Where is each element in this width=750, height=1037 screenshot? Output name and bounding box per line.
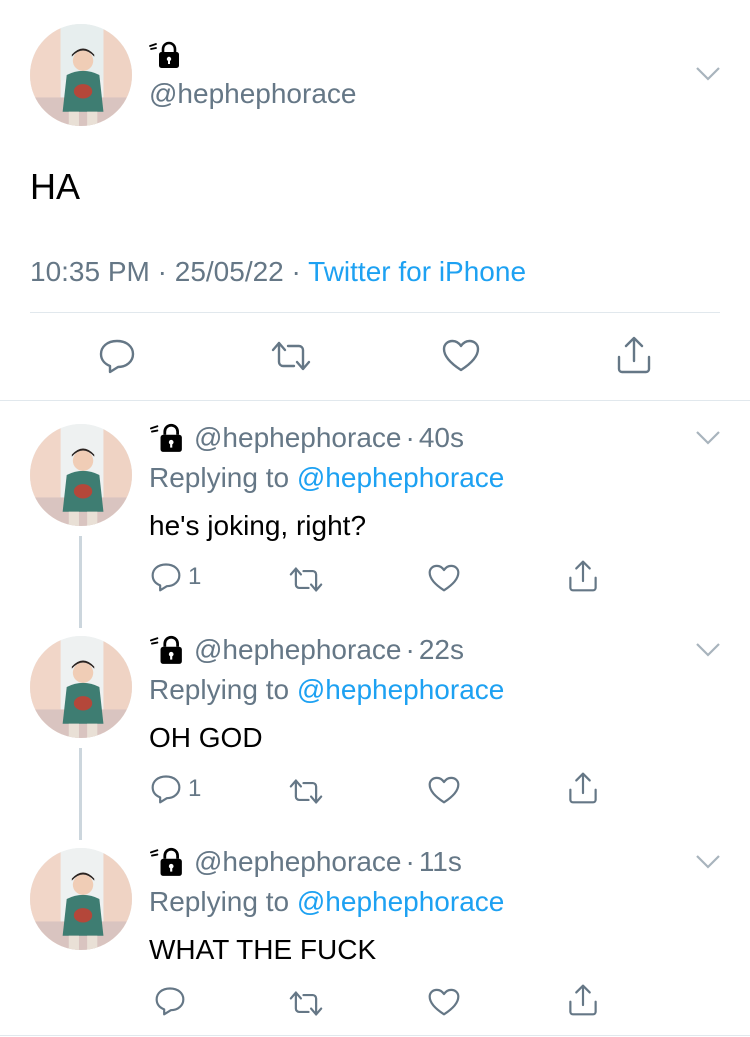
reply-age: 11s [418,846,462,877]
like-button[interactable] [442,339,480,373]
reply-button[interactable] [154,986,192,1016]
chevron-down-icon[interactable] [695,642,721,658]
reply-age: 40s [418,422,464,453]
lock-icon [148,422,188,454]
lock-icon [148,846,188,878]
main-tweet-text: HA [30,166,81,207]
replying-to: Replying to @hephephorace [149,462,504,494]
like-button[interactable] [428,988,460,1017]
reply-separator: · [405,634,415,665]
heart-icon [428,776,460,804]
retweet-icon [289,779,323,804]
heart-icon [442,339,480,372]
divider [0,1035,750,1036]
retweet-button[interactable] [288,778,324,805]
thread-line [79,536,82,628]
heart-icon [428,988,460,1016]
reply-icon [151,563,181,592]
reply-handle[interactable]: @hephephorace [194,634,401,666]
reply-icon [151,775,181,804]
divider [30,312,720,313]
thread-line [79,748,82,840]
share-icon [569,772,597,804]
reply-button[interactable]: 1 [150,562,201,592]
share-button[interactable] [567,771,599,805]
meta-separator: · [291,256,301,287]
share-button[interactable] [615,335,653,375]
reply-count: 1 [188,563,202,590]
replying-to: Replying to @hephephorace [149,886,504,918]
share-icon [617,336,651,374]
lock-icon [148,634,188,666]
main-tweet-lock-row [148,40,184,70]
retweet-icon [289,567,323,592]
avatar[interactable] [30,424,132,526]
share-icon [569,560,597,592]
avatar[interactable] [30,24,132,126]
retweet-button[interactable] [288,990,324,1017]
share-button[interactable] [567,559,599,593]
replying-prefix: Replying to [149,674,290,705]
replying-mention-link[interactable]: @hephephorace [297,886,504,917]
retweet-icon [289,991,323,1016]
meta-separator: · [157,256,167,287]
retweet-icon [271,341,311,371]
reply-icon [155,987,185,1016]
reply-handle[interactable]: @hephephorace [194,846,401,878]
reply-header: @hephephorace · 11s [148,846,462,878]
avatar[interactable] [30,848,132,950]
tweet-date: 25/05/22 [174,256,284,287]
replying-prefix: Replying to [149,886,290,917]
reply-text: WHAT THE FUCK [149,934,377,965]
reply-handle[interactable]: @hephephorace [194,422,401,454]
replying-mention-link[interactable]: @hephephorace [297,462,504,493]
replying-prefix: Replying to [149,462,290,493]
reply-text: he's joking, right? [149,510,367,541]
lock-icon [148,40,184,70]
retweet-button[interactable] [270,340,312,372]
reply-text: OH GOD [149,722,263,753]
reply-age: 22s [418,634,464,665]
reply-count: 1 [188,775,202,802]
tweet-source-link[interactable]: Twitter for iPhone [308,256,526,287]
chevron-down-icon[interactable] [695,854,721,870]
main-tweet-handle[interactable]: @hephephorace [149,78,356,110]
reply-separator: · [405,422,415,453]
reply-button[interactable] [98,338,136,374]
reply-button[interactable]: 1 [150,774,201,804]
divider [0,400,750,401]
main-tweet-meta: 10:35 PM · 25/05/22 · Twitter for iPhone [30,256,526,288]
chevron-down-icon[interactable] [695,66,721,82]
reply-header: @hephephorace · 22s [148,634,464,666]
reply-separator: · [405,846,415,877]
reply-header: @hephephorace · 40s [148,422,464,454]
like-button[interactable] [428,776,460,805]
replying-to: Replying to @hephephorace [149,674,504,706]
avatar[interactable] [30,636,132,738]
chevron-down-icon[interactable] [695,430,721,446]
heart-icon [428,564,460,592]
reply-icon [99,339,135,374]
tweet-time: 10:35 PM [30,256,150,287]
retweet-button[interactable] [288,566,324,593]
replying-mention-link[interactable]: @hephephorace [297,674,504,705]
like-button[interactable] [428,564,460,593]
share-button[interactable] [567,983,599,1017]
share-icon [569,984,597,1016]
